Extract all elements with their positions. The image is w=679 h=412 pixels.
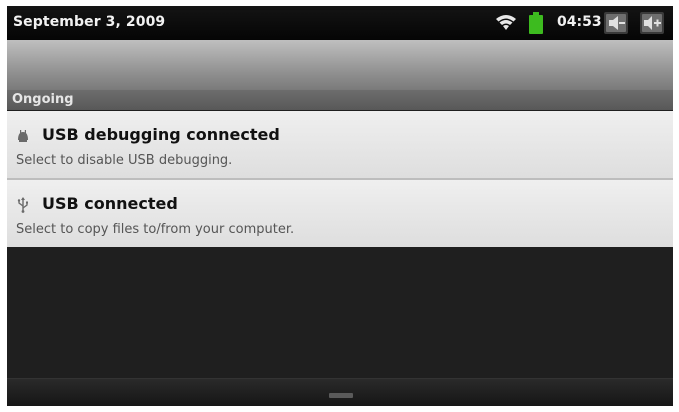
notification-shade: September 3, 2009 04:53 Ongoing USB debu…: [7, 6, 673, 406]
section-label: Ongoing: [12, 92, 74, 107]
notification-title: USB debugging connected: [42, 125, 280, 144]
notification-title: USB connected: [42, 194, 178, 213]
wifi-icon: [495, 13, 517, 37]
notification-usb-debugging[interactable]: USB debugging connected Select to disabl…: [7, 111, 673, 178]
notification-usb-connected[interactable]: USB connected Select to copy files to/fr…: [7, 180, 673, 247]
status-date: September 3, 2009: [13, 14, 166, 30]
ongoing-section-header: Ongoing: [7, 90, 673, 110]
debug-icon: [16, 128, 30, 142]
notification-description: Select to copy files to/from your comput…: [16, 222, 295, 237]
drag-handle[interactable]: [329, 393, 353, 398]
shade-bottom-bar: [7, 378, 673, 406]
shade-header: [7, 40, 673, 90]
volume-down-icon[interactable]: [604, 12, 628, 34]
volume-up-icon[interactable]: [640, 12, 664, 34]
usb-icon: [16, 197, 30, 213]
status-time: 04:53: [557, 14, 602, 30]
status-bar: September 3, 2009 04:53: [7, 6, 673, 40]
notification-description: Select to disable USB debugging.: [16, 153, 233, 168]
battery-icon: [529, 12, 543, 38]
